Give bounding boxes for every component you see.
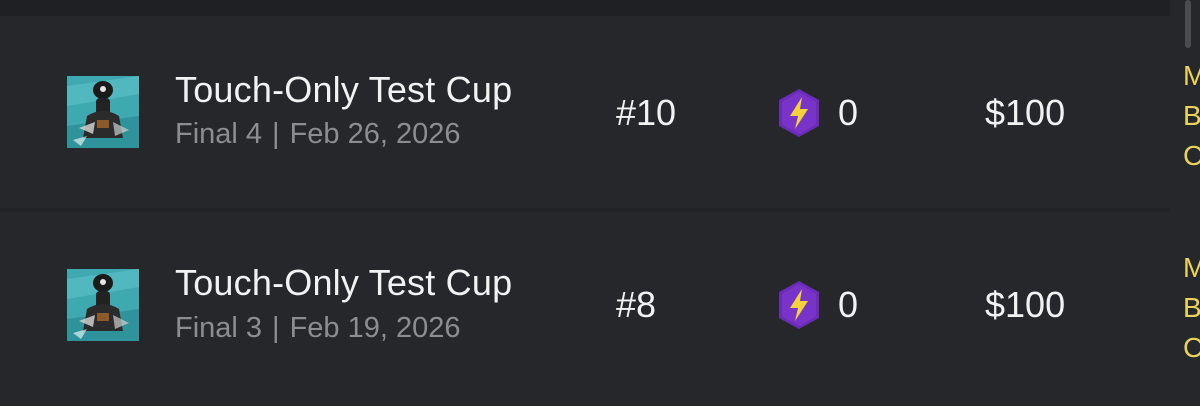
placement-rank: #10 bbox=[616, 92, 677, 133]
placement-rank: #8 bbox=[616, 284, 657, 325]
list-top-strip bbox=[0, 0, 1170, 16]
tournament-row[interactable]: Touch-Only Test Cup Final 4 | Feb 26, 2026… bbox=[0, 16, 1200, 208]
tournament-meta: Final 3 | Feb 19, 2026 bbox=[175, 312, 461, 345]
tournament-date: Feb 19, 2026 bbox=[289, 312, 461, 344]
scrollbar-thumb[interactable] bbox=[1185, 0, 1191, 48]
tournament-meta: Final 4 | Feb 26, 2026 bbox=[175, 118, 461, 151]
tournament-thumbnail bbox=[67, 269, 139, 341]
tournament-title: Touch-Only Test Cup bbox=[175, 69, 513, 110]
points-value: 0 bbox=[838, 284, 859, 325]
vertical-scrollbar[interactable] bbox=[1175, 0, 1191, 406]
tournament-thumbnail bbox=[67, 76, 139, 148]
tournament-history-list: Touch-Only Test Cup Final 4 | Feb 26, 2026… bbox=[0, 0, 1200, 406]
meta-separator: | bbox=[272, 312, 280, 344]
prize-amount: $100 bbox=[985, 92, 1066, 133]
tournament-stage: Final 4 bbox=[175, 118, 263, 150]
lightning-hexagon-icon bbox=[777, 280, 821, 330]
points-value: 0 bbox=[838, 92, 859, 133]
meta-separator: | bbox=[272, 118, 280, 150]
tournament-stage: Final 3 bbox=[175, 312, 263, 344]
prize-amount: $100 bbox=[985, 284, 1066, 325]
tournament-date: Feb 26, 2026 bbox=[289, 118, 461, 150]
lightning-hexagon-icon bbox=[777, 88, 821, 138]
tournament-row[interactable]: Touch-Only Test Cup Final 3 | Feb 19, 2026… bbox=[0, 212, 1200, 406]
tournament-title: Touch-Only Test Cup bbox=[175, 262, 513, 303]
